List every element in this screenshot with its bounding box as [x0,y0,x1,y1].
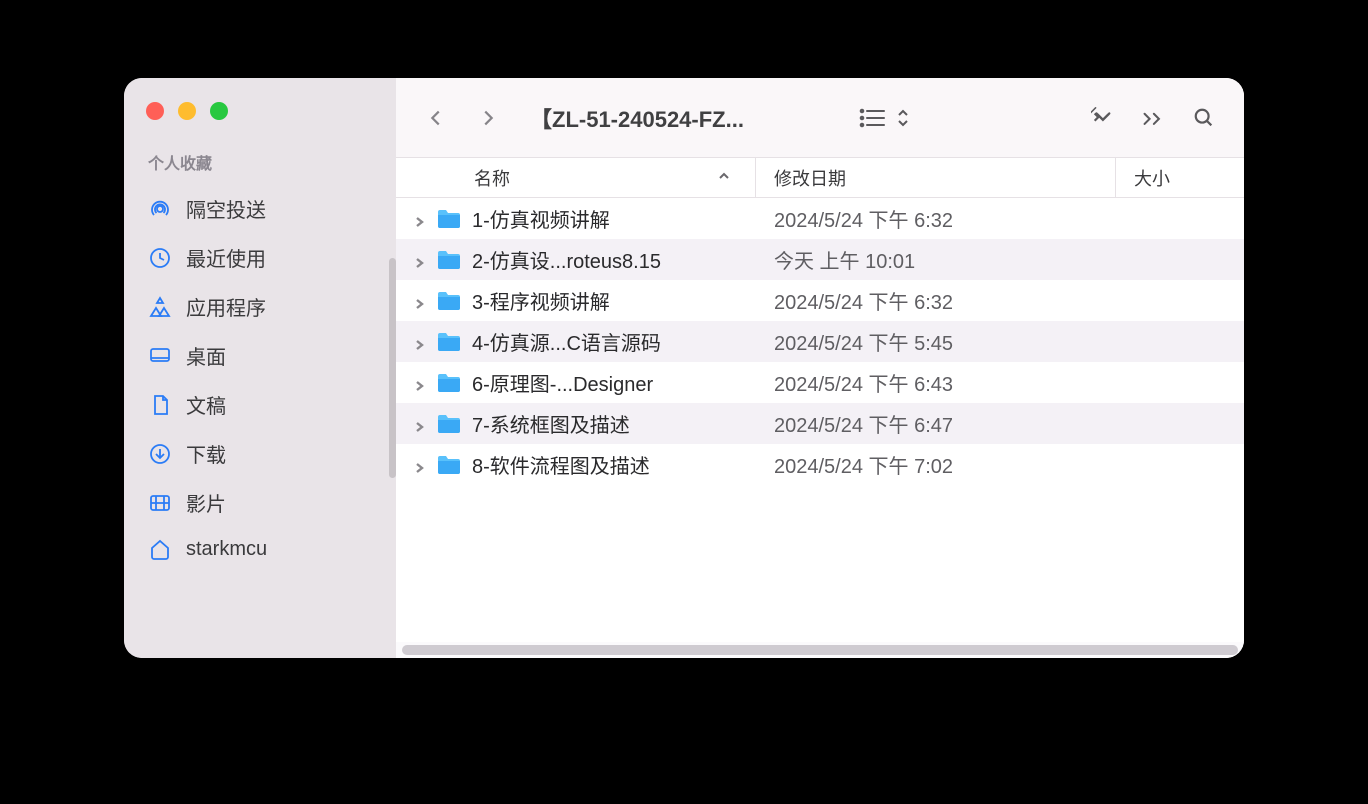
column-date-label: 修改日期 [774,165,846,191]
sidebar-item-clock[interactable]: 最近使用 [124,233,396,282]
clock-icon [148,246,172,270]
file-name: 8-软件流程图及描述 [472,450,756,479]
close-button[interactable] [146,102,164,120]
file-row[interactable]: 4-仿真源...C语言源码2024/5/24 下午 5:45 [396,321,1244,362]
file-date: 2024/5/24 下午 6:47 [756,409,1116,438]
folder-icon [436,372,462,394]
sidebar-item-label: 桌面 [186,341,226,370]
sidebar-item-label: 下载 [186,439,226,468]
forward-button[interactable] [466,96,510,140]
sidebar-item-label: 应用程序 [186,292,266,321]
file-date: 今天 上午 10:01 [756,245,1116,274]
sidebar-item-desktop[interactable]: 桌面 [124,331,396,380]
folder-icon [436,290,462,312]
file-row[interactable]: 6-原理图-...Designer2024/5/24 下午 6:43 [396,362,1244,403]
download-icon [148,442,172,466]
folder-icon [436,454,462,476]
sidebar-item-download[interactable]: 下载 [124,429,396,478]
doc-icon [148,393,172,417]
film-icon [148,491,172,515]
file-date: 2024/5/24 下午 5:45 [756,327,1116,356]
file-name: 3-程序视频讲解 [472,286,756,315]
file-name: 1-仿真视频讲解 [472,204,756,233]
disclosure-icon[interactable] [412,212,426,226]
sidebar-item-doc[interactable]: 文稿 [124,380,396,429]
file-date: 2024/5/24 下午 6:32 [756,286,1116,315]
airdrop-icon [148,197,172,221]
disclosure-icon[interactable] [412,417,426,431]
file-name: 7-系统框图及描述 [472,409,756,438]
sidebar-section-favorites: 个人收藏 [124,144,396,184]
folder-icon [436,413,462,435]
file-row[interactable]: 8-软件流程图及描述2024/5/24 下午 7:02 [396,444,1244,485]
folder-icon [436,249,462,271]
desktop-icon [148,344,172,368]
column-size-label: 大小 [1134,165,1170,191]
sidebar: 个人收藏 隔空投送最近使用应用程序桌面文稿下载影片 starkmcu [124,78,396,658]
toolbar: 【ZL-51-240524-FZ... [396,78,1244,158]
column-name[interactable]: 名称 [396,158,756,197]
zoom-button[interactable] [210,102,228,120]
apps-icon [148,295,172,319]
view-options-button[interactable] [858,107,910,129]
file-row[interactable]: 2-仿真设...roteus8.15今天 上午 10:01 [396,239,1244,280]
file-row[interactable]: 3-程序视频讲解2024/5/24 下午 6:32 [396,280,1244,321]
file-name: 4-仿真源...C语言源码 [472,327,756,356]
disclosure-icon[interactable] [412,335,426,349]
home-icon [148,537,172,561]
sort-indicator-icon [717,167,731,188]
sidebar-item-label: 文稿 [186,390,226,419]
disclosure-icon[interactable] [412,458,426,472]
file-date: 2024/5/24 下午 7:02 [756,450,1116,479]
sidebar-item-label: 影片 [186,488,226,517]
folder-icon [436,331,462,353]
sidebar-item-airdrop[interactable]: 隔空投送 [124,184,396,233]
back-button[interactable] [414,96,458,140]
file-name: 6-原理图-...Designer [472,368,756,397]
sidebar-item-film[interactable]: 影片 [124,478,396,527]
file-list: 1-仿真视频讲解2024/5/24 下午 6:322-仿真设...roteus8… [396,198,1244,642]
folder-icon [436,208,462,230]
sidebar-item-label: 隔空投送 [186,194,266,223]
window-controls [124,98,396,144]
file-row[interactable]: 1-仿真视频讲解2024/5/24 下午 6:32 [396,198,1244,239]
column-name-label: 名称 [474,165,510,191]
sidebar-scrollbar[interactable] [389,258,396,478]
sidebar-item-apps[interactable]: 应用程序 [124,282,396,331]
file-name: 2-仿真设...roteus8.15 [472,245,756,274]
file-row[interactable]: 7-系统框图及描述2024/5/24 下午 6:47 [396,403,1244,444]
minimize-button[interactable] [178,102,196,120]
disclosure-icon[interactable] [412,376,426,390]
overflow-icon[interactable] [1142,96,1164,140]
file-date: 2024/5/24 下午 6:43 [756,368,1116,397]
nav-buttons [414,96,510,140]
column-date[interactable]: 修改日期 [756,158,1116,197]
horizontal-scrollbar[interactable] [396,642,1244,658]
disclosure-icon[interactable] [412,253,426,267]
sidebar-item-label: starkmcu [186,538,267,561]
more-button[interactable] [1080,96,1124,140]
sidebar-item-label: 最近使用 [186,243,266,272]
window-title: 【ZL-51-240524-FZ... [530,102,850,134]
column-size[interactable]: 大小 [1116,158,1244,197]
main-pane: 【ZL-51-240524-FZ... [396,78,1244,658]
scrollbar-thumb[interactable] [402,645,1238,655]
file-date: 2024/5/24 下午 6:32 [756,204,1116,233]
search-button[interactable] [1182,96,1226,140]
sidebar-item-home[interactable]: starkmcu [124,527,396,571]
disclosure-icon[interactable] [412,294,426,308]
finder-window: 个人收藏 隔空投送最近使用应用程序桌面文稿下载影片 starkmcu 【ZL-51… [124,78,1244,658]
column-headers: 名称 修改日期 大小 [396,158,1244,198]
